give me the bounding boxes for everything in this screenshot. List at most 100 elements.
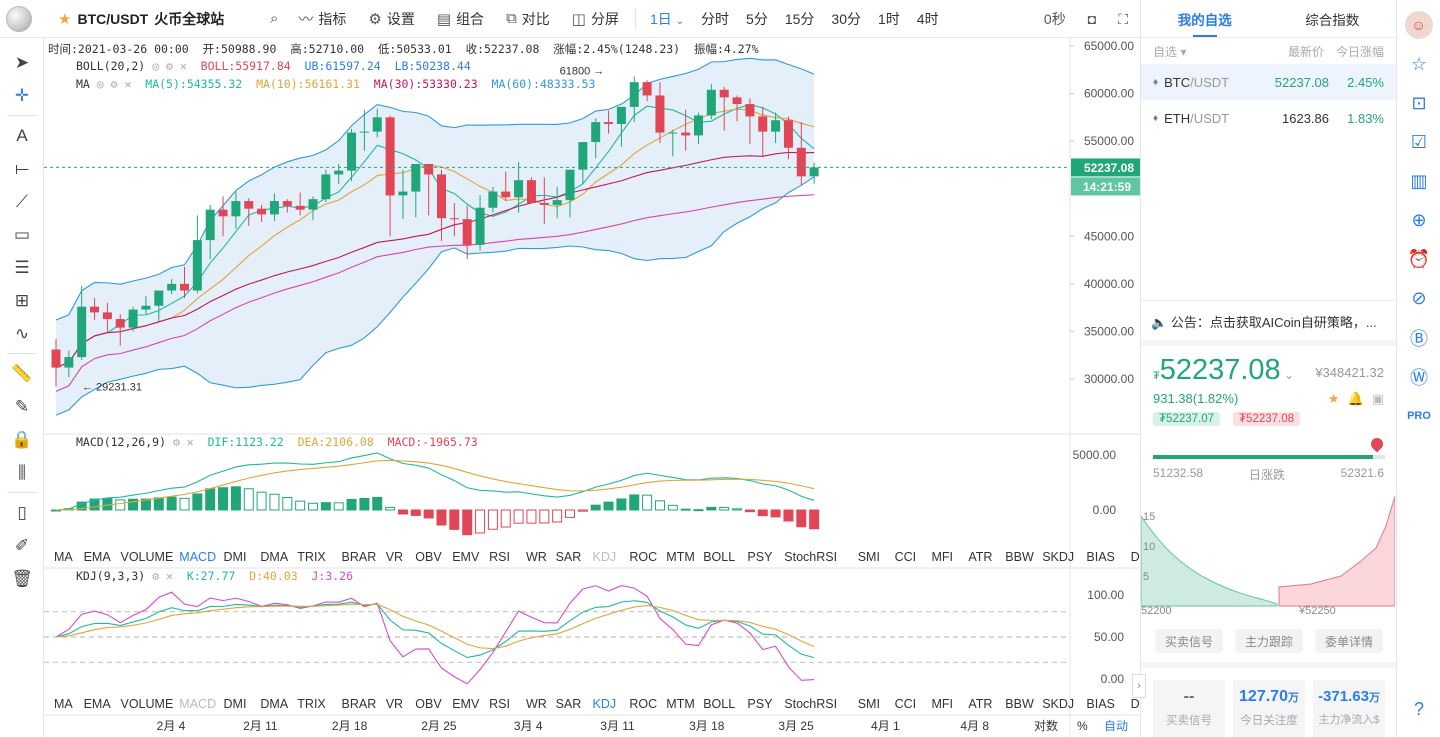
wave-tool-icon[interactable]: ∿ bbox=[0, 317, 44, 350]
pen-icon[interactable]: ✎ bbox=[0, 390, 44, 423]
kline-chart[interactable]: 65000.0060000.0055000.0050000.0045000.00… bbox=[44, 38, 1140, 737]
indicator-tab-brar[interactable]: BRAR bbox=[342, 550, 377, 564]
period-timeshare[interactable]: 分时 bbox=[701, 9, 729, 29]
indicator-tab-skdj[interactable]: SKDJ bbox=[1042, 697, 1074, 711]
period-30m[interactable]: 30分 bbox=[831, 9, 861, 29]
indicator-tab-stochrsi[interactable]: StochRSI bbox=[784, 550, 837, 564]
indicator-tab-dma[interactable]: DMA bbox=[260, 697, 288, 711]
indicator-tab-volume[interactable]: VOLUME bbox=[121, 697, 174, 711]
trash-icon[interactable]: 🗑 bbox=[0, 562, 44, 595]
help-icon[interactable]: ? bbox=[1397, 690, 1440, 729]
indicator-tab-atr[interactable]: ATR bbox=[968, 550, 992, 564]
period-1h[interactable]: 1时 bbox=[878, 9, 900, 29]
chart-board-icon[interactable]: ⊡ bbox=[1397, 84, 1440, 123]
indicator-tab-vr[interactable]: VR bbox=[386, 697, 403, 711]
indicator-tab-wr[interactable]: WR bbox=[526, 550, 547, 564]
wallet-w-icon[interactable]: Ⓦ bbox=[1397, 357, 1440, 396]
indicator-tab-mfi[interactable]: MFI bbox=[932, 550, 954, 564]
indicator-tab-stochrsi[interactable]: StochRSI bbox=[784, 697, 837, 711]
fullscreen-icon[interactable]: ⛶ bbox=[1118, 11, 1128, 28]
ruler-icon[interactable]: 📏 bbox=[0, 357, 44, 390]
order-details-button[interactable]: 委单详情 bbox=[1315, 629, 1384, 653]
indicator-tab-obv[interactable]: OBV bbox=[415, 550, 442, 564]
copy-icon[interactable]: ▣ bbox=[1372, 391, 1384, 407]
indicator-tab-smi[interactable]: SMI bbox=[858, 550, 880, 564]
main-tracking-button[interactable]: 主力跟踪 bbox=[1235, 629, 1304, 653]
bar-stats-icon[interactable]: ▥ bbox=[1397, 162, 1440, 201]
indicator-tab-atr[interactable]: ATR bbox=[968, 697, 992, 711]
document-check-icon[interactable]: ☑ bbox=[1397, 123, 1440, 162]
indicator-tab-macd[interactable]: MACD bbox=[179, 550, 216, 564]
expand-panel-icon[interactable]: › bbox=[1132, 674, 1146, 698]
indicator-tab-mtm[interactable]: MTM bbox=[666, 697, 694, 711]
stat-card[interactable]: -- 买卖信号 bbox=[1153, 680, 1225, 737]
indicator-tab-ma[interactable]: MA bbox=[54, 550, 73, 564]
tab-composite-index[interactable]: 综合指数 bbox=[1269, 0, 1397, 37]
exchange-b-icon[interactable]: Ⓑ bbox=[1397, 318, 1440, 357]
indicator-tab-kdj[interactable]: KDJ bbox=[593, 697, 617, 711]
trend-line-icon[interactable]: ⟋ bbox=[0, 185, 44, 218]
indicator-tab-bias[interactable]: BIAS bbox=[1086, 697, 1115, 711]
combo-button[interactable]: ▤ 组合 bbox=[437, 9, 484, 29]
indicator-tab-sar[interactable]: SAR bbox=[556, 550, 582, 564]
settings-button[interactable]: ⚙ 设置 bbox=[368, 9, 414, 29]
indicator-button[interactable]: 〰指标 bbox=[298, 8, 346, 29]
star-icon[interactable]: ★ bbox=[1328, 391, 1340, 407]
indicator-tab-bias[interactable]: BIAS bbox=[1086, 550, 1115, 564]
edit-list-icon[interactable]: ✐ bbox=[0, 529, 44, 562]
watchlist-filter[interactable]: 自选 ▾ bbox=[1153, 43, 1244, 60]
bookmark-icon[interactable]: ▯ bbox=[0, 496, 44, 529]
indicator-tab-rsi[interactable]: RSI bbox=[489, 697, 510, 711]
bell-icon[interactable]: 🔔 bbox=[1348, 391, 1364, 407]
camera-icon[interactable]: ◘ bbox=[1088, 11, 1096, 27]
stat-card[interactable]: -371.63万 主力净流入$ bbox=[1313, 680, 1385, 737]
horizontal-line-icon[interactable]: ⟝ bbox=[0, 152, 44, 185]
compass-icon[interactable]: ⊘ bbox=[1397, 279, 1440, 318]
indicator-tab-bbw[interactable]: BBW bbox=[1005, 550, 1034, 564]
depth-chart[interactable]: 15 10 5 52200 ¥52250 bbox=[1141, 486, 1395, 616]
indicator-tab-macd[interactable]: MACD bbox=[179, 697, 216, 711]
candles-toggle-icon[interactable]: ⫼ bbox=[0, 456, 44, 489]
log-scale-toggle[interactable]: 对数 bbox=[1034, 718, 1058, 733]
pro-icon[interactable]: PRO bbox=[1397, 396, 1440, 435]
indicator-tab-trix[interactable]: TRIX bbox=[297, 697, 326, 711]
auto-scale-toggle[interactable]: 自动 bbox=[1104, 719, 1128, 733]
indicator-tab-rsi[interactable]: RSI bbox=[489, 550, 510, 564]
indicator-tab-boll[interactable]: BOLL bbox=[703, 697, 735, 711]
indicator-tab-dmi[interactable]: DMI bbox=[224, 697, 247, 711]
avatar[interactable]: ☺ bbox=[1404, 11, 1433, 39]
indicator-tab-dma[interactable]: DMA bbox=[260, 550, 288, 564]
indicator-tab-cci[interactable]: CCI bbox=[895, 697, 917, 711]
search-icon[interactable]: ⌕ bbox=[270, 10, 278, 27]
cursor-arrow-icon[interactable]: ➤ bbox=[0, 46, 44, 79]
indicator-tab-ma[interactable]: MA bbox=[54, 697, 73, 711]
watchlist-row[interactable]: ♦ ETH/USDT 1623.86 1.83% bbox=[1141, 100, 1396, 136]
indicator-tab-roc[interactable]: ROC bbox=[629, 550, 657, 564]
crosshair-icon[interactable]: ✛ bbox=[0, 79, 44, 112]
indicator-tab-emv[interactable]: EMV bbox=[452, 550, 480, 564]
rectangle-icon[interactable]: ▭ bbox=[0, 218, 44, 251]
indicator-tab-skdj[interactable]: SKDJ bbox=[1042, 550, 1074, 564]
indicator-tab-ema[interactable]: EMA bbox=[84, 550, 112, 564]
favorite-star-icon[interactable]: ★ bbox=[58, 10, 71, 28]
indicator-tab-psy[interactable]: PSY bbox=[747, 550, 773, 564]
tab-watchlist[interactable]: 我的自选 bbox=[1141, 0, 1269, 37]
indicator-tab-wr[interactable]: WR bbox=[526, 697, 547, 711]
indicator-tab-brar[interactable]: BRAR bbox=[342, 697, 377, 711]
indicator-tab-mfi[interactable]: MFI bbox=[932, 697, 954, 711]
stat-card[interactable]: 127.70万 今日关注度 bbox=[1233, 680, 1305, 737]
indicator-tab-sar[interactable]: SAR bbox=[556, 697, 582, 711]
grid-tool-icon[interactable]: ⊞ bbox=[0, 284, 44, 317]
parallel-lines-icon[interactable]: ☰ bbox=[0, 251, 44, 284]
add-window-icon[interactable]: ⊕ bbox=[1397, 201, 1440, 240]
period-4h[interactable]: 4时 bbox=[917, 9, 939, 29]
indicator-tab-volume[interactable]: VOLUME bbox=[121, 550, 174, 564]
period-1d[interactable]: 1日 ⌄ bbox=[650, 9, 684, 29]
indicator-tab-mtm[interactable]: MTM bbox=[666, 550, 694, 564]
indicator-tab-dpo[interactable]: DPO bbox=[1131, 550, 1140, 564]
alarm-clock-icon[interactable]: ⏰ bbox=[1397, 240, 1440, 279]
indicator-tab-cci[interactable]: CCI bbox=[895, 550, 917, 564]
split-screen-button[interactable]: ◫ 分屏 bbox=[572, 9, 619, 29]
indicator-tab-roc[interactable]: ROC bbox=[629, 697, 657, 711]
indicator-tab-dpo[interactable]: DPO bbox=[1131, 697, 1140, 711]
